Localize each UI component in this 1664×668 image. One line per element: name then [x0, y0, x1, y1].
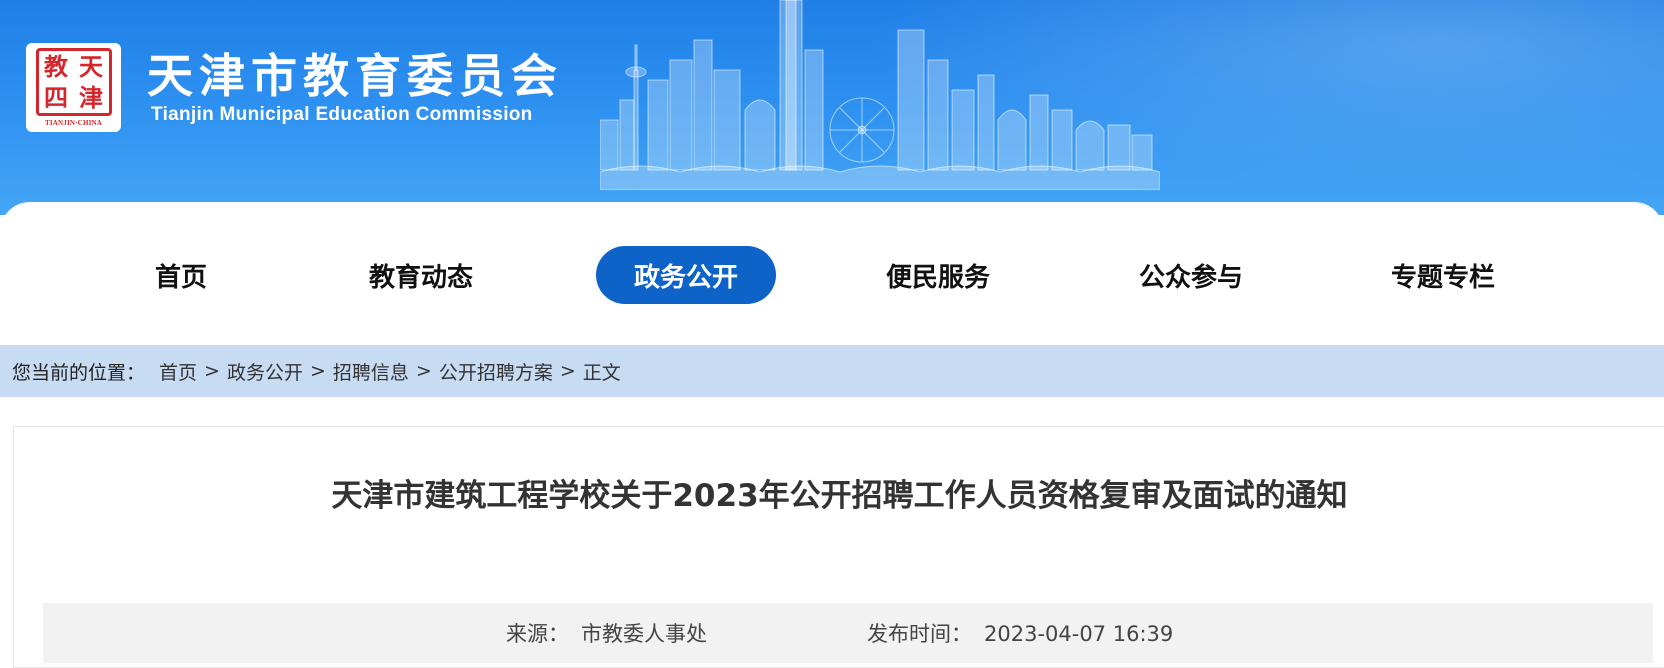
article-panel: 天津市建筑工程学校关于2023年公开招聘工作人员资格复审及面试的通知 来源： 市教…	[13, 426, 1664, 668]
nav-item-public-participation[interactable]: 公众参与	[1101, 246, 1281, 304]
breadcrumb-home[interactable]: 首页	[159, 358, 197, 385]
main-nav: 首页 教育动态 政务公开 便民服务 公众参与 专题专栏	[0, 202, 1664, 345]
breadcrumb-current-page: 正文	[582, 361, 621, 384]
article-publish-time: 发布时间： 2023-04-07 16:39	[867, 618, 1173, 648]
publish-time-label: 发布时间：	[867, 622, 972, 646]
seal-char: 教	[44, 51, 68, 81]
breadcrumb-recruitment-plan[interactable]: 公开招聘方案	[439, 358, 553, 385]
breadcrumb-recruitment-info[interactable]: 招聘信息	[333, 358, 409, 385]
breadcrumb-prefix: 您当前的位置：	[12, 361, 146, 384]
seal-char: 四	[44, 82, 68, 112]
site-title: 天津市教育委员会	[147, 49, 563, 103]
city-skyline-illustration	[600, 0, 1160, 190]
breadcrumb-government-affairs[interactable]: 政务公开	[227, 358, 303, 385]
nav-item-home[interactable]: 首页	[91, 246, 271, 304]
breadcrumb-separator: >	[309, 360, 326, 382]
article-meta-bar: 来源： 市教委人事处 发布时间： 2023-04-07 16:39	[43, 603, 1653, 663]
site-subtitle: Tianjin Municipal Education Commission	[151, 104, 533, 125]
breadcrumb-separator: >	[415, 360, 432, 382]
nav-item-special-topics[interactable]: 专题专栏	[1353, 246, 1533, 304]
site-logo[interactable]: 教 天 四 津 TIANJIN·CHINA	[26, 43, 121, 132]
nav-item-education-news[interactable]: 教育动态	[331, 246, 511, 304]
breadcrumb: 您当前的位置： 首页 > 政务公开 > 招聘信息 > 公开招聘方案 > 正文	[0, 345, 1664, 397]
source-label: 来源：	[506, 622, 569, 646]
breadcrumb-separator: >	[559, 360, 576, 382]
nav-item-government-affairs[interactable]: 政务公开	[596, 246, 776, 304]
publish-time-value: 2023-04-07 16:39	[984, 622, 1174, 646]
seal-char: 津	[79, 82, 103, 112]
article-source: 来源： 市教委人事处	[506, 618, 707, 648]
breadcrumb-separator: >	[204, 360, 220, 382]
nav-item-public-services[interactable]: 便民服务	[848, 246, 1028, 304]
article-title: 天津市建筑工程学校关于2023年公开招聘工作人员资格复审及面试的通知	[331, 478, 1348, 514]
logo-caption: TIANJIN·CHINA	[44, 119, 103, 127]
seal-char: 天	[79, 51, 103, 81]
site-header: 教 天 四 津 TIANJIN·CHINA 天津市教育委员会 Tianjin M…	[0, 0, 1664, 215]
tianjin-seal-logo: 教 天 四 津	[35, 48, 112, 116]
source-value: 市教委人事处	[581, 622, 707, 646]
